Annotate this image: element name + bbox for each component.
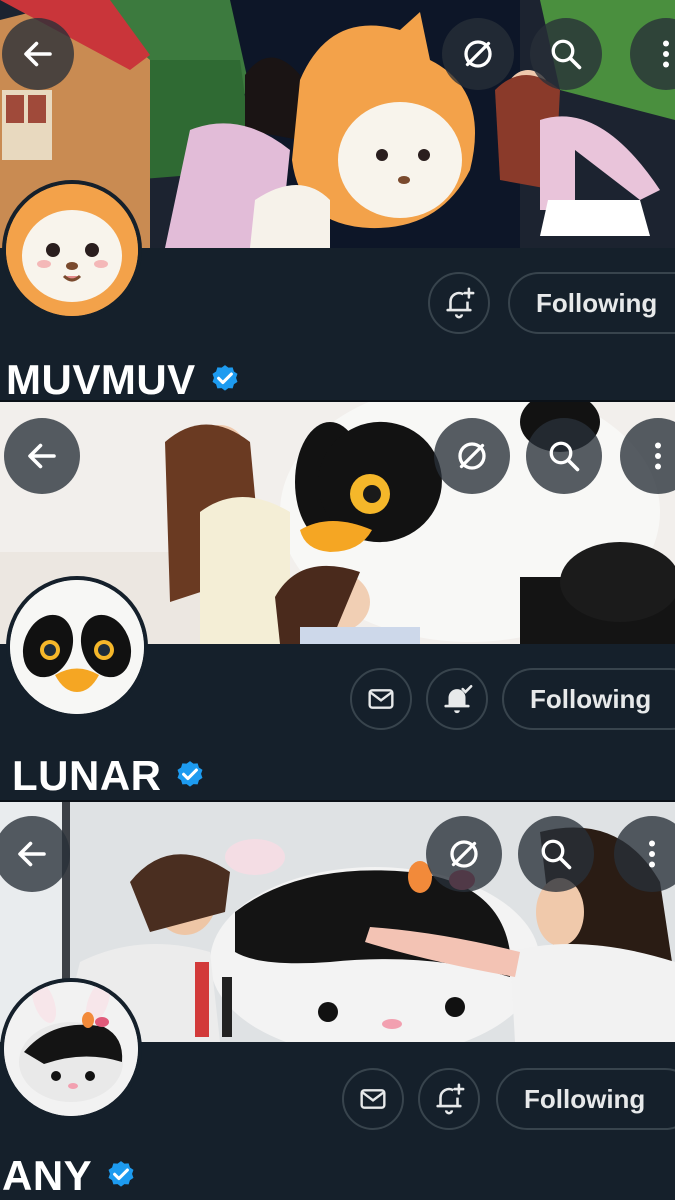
profile-panel-muvmuv: Following MUVMUV: [0, 0, 675, 400]
notify-button[interactable]: [418, 1068, 480, 1130]
profile-name-row: LUNAR: [12, 752, 207, 800]
profile-panel-any: Following ANY: [0, 802, 675, 1200]
profile-name: MUVMUV: [6, 356, 196, 400]
notify-button[interactable]: [426, 668, 488, 730]
back-arrow-icon: [28, 443, 56, 469]
avatar[interactable]: [0, 978, 142, 1120]
grok-button[interactable]: [434, 418, 510, 494]
back-button[interactable]: [2, 18, 74, 90]
avatar-image: [10, 580, 144, 714]
mail-icon: [360, 1089, 386, 1109]
verified-badge-icon: [104, 1159, 138, 1193]
verified-badge-icon: [173, 759, 207, 793]
avatar-image: [4, 982, 138, 1116]
back-button[interactable]: [4, 418, 80, 494]
profile-name-row: MUVMUV: [6, 356, 242, 400]
more-icon: [663, 40, 669, 68]
message-button[interactable]: [342, 1068, 404, 1130]
avatar[interactable]: [2, 180, 142, 320]
verified-badge-icon: [208, 363, 242, 397]
search-icon: [549, 441, 580, 472]
avatar[interactable]: [6, 576, 148, 718]
back-arrow-icon: [24, 41, 52, 67]
profile-name: ANY: [2, 1152, 93, 1199]
mail-icon: [368, 689, 394, 709]
bell-check-icon: [444, 684, 473, 714]
bell-plus-icon: [446, 287, 475, 319]
search-icon: [541, 839, 572, 870]
profile-panel-lunar: Following LUNAR: [0, 402, 675, 800]
profile-name-row: ANY: [2, 1152, 138, 1200]
search-button[interactable]: [518, 816, 594, 892]
notify-button[interactable]: [428, 272, 490, 334]
following-button[interactable]: Following: [502, 668, 675, 730]
grok-icon: [458, 442, 486, 470]
profile-name: LUNAR: [12, 752, 162, 799]
message-button[interactable]: [350, 668, 412, 730]
grok-icon: [450, 840, 478, 868]
avatar-image: [6, 184, 138, 316]
more-icon: [655, 442, 661, 470]
search-icon: [551, 39, 582, 70]
search-button[interactable]: [530, 18, 602, 90]
search-button[interactable]: [526, 418, 602, 494]
screenshot-stack: Following MUVMUV Following LUNAR Followi…: [0, 0, 675, 1200]
back-arrow-icon: [18, 841, 46, 867]
grok-button[interactable]: [426, 816, 502, 892]
bell-plus-icon: [436, 1083, 465, 1115]
grok-icon: [464, 40, 492, 68]
more-icon: [649, 840, 655, 868]
following-button[interactable]: Following: [508, 272, 675, 334]
grok-button[interactable]: [442, 18, 514, 90]
following-button[interactable]: Following: [496, 1068, 675, 1130]
